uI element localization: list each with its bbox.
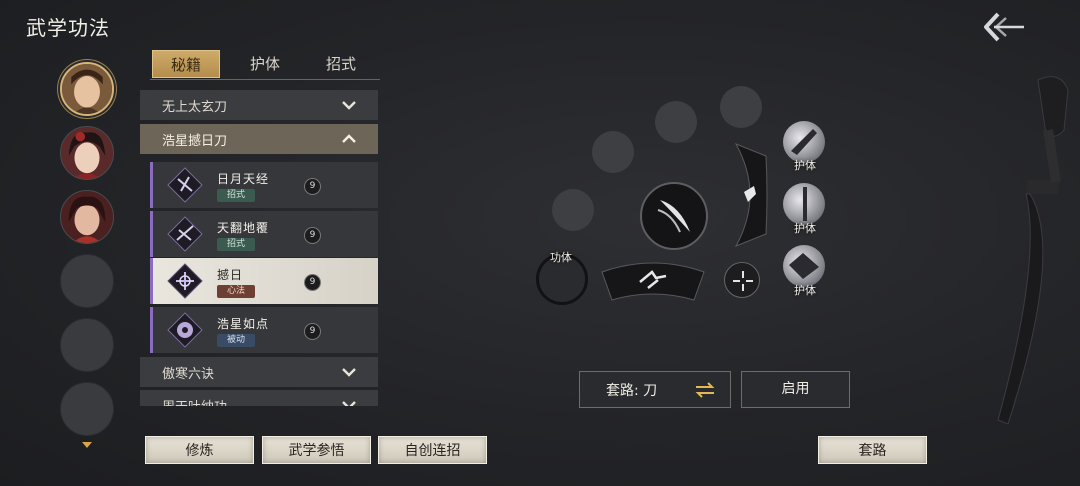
category-header[interactable]: 傲寒六诀 [140, 357, 378, 387]
tab-moves[interactable]: 招式 [306, 50, 376, 78]
comprehend-button[interactable]: 武学参悟 [262, 436, 371, 464]
skill-level-badge: 9 [304, 227, 321, 244]
chevron-down-icon [342, 401, 356, 406]
routine-label: 套路: 刀 [606, 382, 658, 399]
skill-name: 撼日 [217, 268, 244, 282]
routine-selector[interactable]: 套路: 刀 [579, 371, 731, 408]
skill-list: 无上太玄刀 浩星撼日刀 日月天经 招式 9 天翻地覆 招式 9 撼日 心法 9 [140, 90, 378, 406]
skill-diamond-icon [167, 312, 203, 348]
back-arrow-icon[interactable] [980, 10, 1026, 44]
skill-name: 浩星如点 [217, 317, 270, 331]
gongti-label: 功体 [550, 251, 572, 264]
skill-diamond-icon [167, 263, 203, 299]
protection-label: 护体 [794, 284, 816, 297]
protection-label: 护体 [794, 222, 816, 235]
skill-level-badge: 9 [304, 323, 321, 340]
empty-skill-slot[interactable] [592, 131, 634, 173]
routine-button[interactable]: 套路 [818, 436, 927, 464]
avatar-slot-empty[interactable] [60, 254, 114, 308]
main-skill-slot[interactable] [640, 182, 708, 250]
skill-type-badge: 招式 [217, 238, 256, 251]
skill-diamond-icon [167, 216, 203, 252]
scroll-down-icon[interactable] [80, 440, 94, 450]
crosshair-icon [733, 271, 753, 291]
character-list [58, 60, 118, 460]
swap-icon[interactable] [694, 381, 716, 399]
protection-label: 护体 [794, 159, 816, 172]
skill-diamond-icon [167, 167, 203, 203]
blade-skill-icon [657, 200, 690, 233]
dash-move-slot[interactable] [598, 258, 708, 302]
protection-art-icon [803, 187, 807, 221]
skill-level-badge: 9 [304, 178, 321, 195]
custom-combo-button[interactable]: 自创连招 [378, 436, 487, 464]
enable-button[interactable]: 启用 [741, 371, 850, 408]
list-item[interactable]: 日月天经 招式 9 [150, 162, 378, 208]
category-label: 无上太玄刀 [162, 99, 228, 115]
category-label: 周天吐纳功 [162, 396, 227, 407]
list-item[interactable]: 浩星如点 被动 9 [150, 307, 378, 353]
category-label: 傲寒六诀 [162, 366, 215, 382]
sword-illustration [997, 76, 1069, 425]
skill-type-badge: 被动 [217, 334, 256, 347]
page-title: 武学功法 [26, 16, 110, 40]
skill-type-badge: 招式 [217, 189, 256, 202]
list-item-selected[interactable]: 撼日 心法 9 [150, 258, 378, 304]
category-header[interactable]: 无上太玄刀 [140, 90, 378, 120]
protection-art-icon [789, 253, 819, 279]
category-header[interactable]: 周天吐纳功 [140, 390, 378, 406]
chevron-up-icon [342, 134, 356, 143]
category-header-open[interactable]: 浩星撼日刀 [140, 124, 378, 154]
kick-move-slot[interactable] [722, 140, 768, 250]
empty-skill-slot[interactable] [655, 101, 697, 143]
tab-bar: 秘籍 护体 招式 [150, 50, 380, 80]
avatar-character-1[interactable] [60, 62, 114, 116]
avatar-slot-empty[interactable] [60, 318, 114, 372]
aim-skill-slot[interactable] [724, 262, 760, 298]
avatar-slot-empty[interactable] [60, 382, 114, 436]
list-item[interactable]: 天翻地覆 招式 9 [150, 211, 378, 257]
protection-slot[interactable] [783, 183, 825, 225]
tab-protection[interactable]: 护体 [230, 50, 300, 78]
empty-skill-slot[interactable] [720, 86, 762, 128]
protection-slot[interactable] [783, 245, 825, 287]
empty-skill-slot[interactable] [552, 189, 594, 231]
avatar-character-2[interactable] [60, 126, 114, 180]
avatar-character-3[interactable] [60, 190, 114, 244]
chevron-down-icon [342, 101, 356, 110]
skill-name: 日月天经 [217, 172, 270, 186]
skill-type-badge: 心法 [217, 285, 256, 298]
practice-button[interactable]: 修炼 [145, 436, 254, 464]
tab-secret-manuals[interactable]: 秘籍 [152, 50, 220, 78]
skill-level-badge: 9 [304, 274, 321, 291]
category-label: 浩星撼日刀 [162, 133, 228, 149]
skill-name: 天翻地覆 [217, 221, 270, 235]
chevron-down-icon [342, 368, 356, 377]
